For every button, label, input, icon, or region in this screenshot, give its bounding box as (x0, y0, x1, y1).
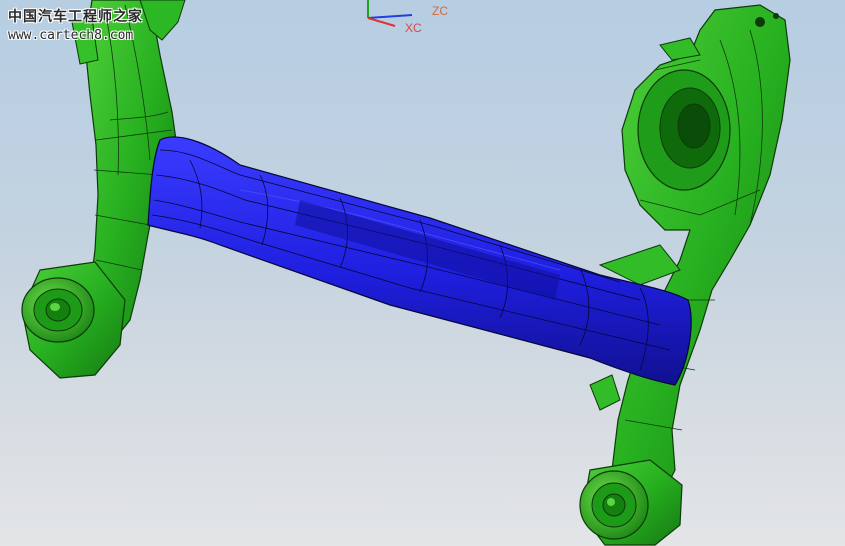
triad-z-label: ZC (432, 4, 448, 18)
x-axis-line (367, 17, 396, 27)
watermark-title: 中国汽车工程师之家 (8, 9, 143, 25)
crossmember[interactable] (147, 136, 692, 386)
z-axis-line (367, 14, 413, 19)
right-bushing[interactable] (579, 459, 683, 546)
cad-graphics-viewport[interactable]: 中国汽车工程师之家 www.cartech8.com ZC XC (0, 0, 845, 546)
subframe-3d-model[interactable] (0, 0, 845, 546)
right-rail[interactable] (589, 4, 791, 506)
triad-x-label: XC (405, 21, 422, 35)
watermark-url: www.cartech8.com (8, 28, 134, 43)
